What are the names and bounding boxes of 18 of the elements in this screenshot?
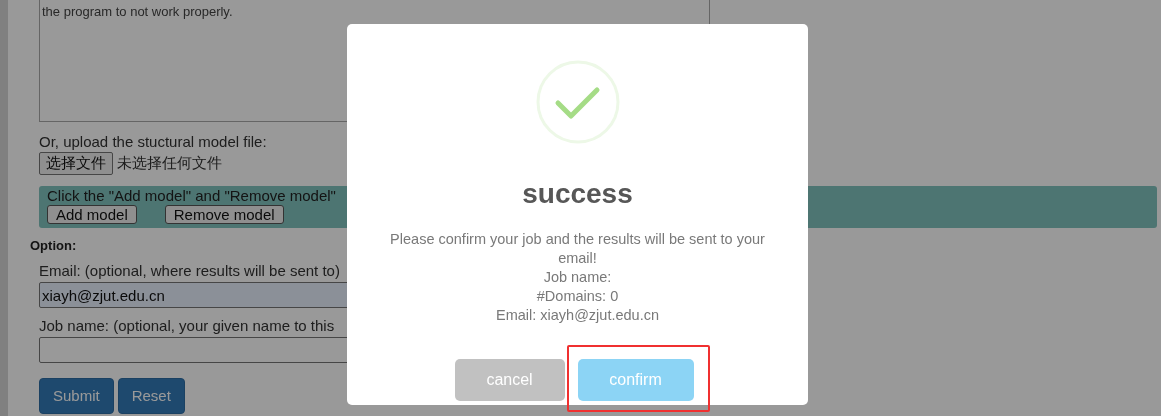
dialog-message: #Domains: 0 bbox=[536, 287, 619, 306]
option-heading: Option: bbox=[30, 238, 77, 253]
dialog-title: success bbox=[522, 180, 633, 208]
add-model-button[interactable]: Add model bbox=[47, 205, 137, 224]
dialog-message: Please confirm your job and the results will be sent to your email! bbox=[389, 230, 766, 268]
submit-button[interactable]: Submit bbox=[39, 378, 114, 414]
remove-model-button[interactable]: Remove model bbox=[164, 205, 284, 224]
file-status: 未选择任何文件 bbox=[117, 154, 222, 173]
upload-label: Or, upload the stuctural model file: bbox=[39, 133, 267, 150]
models-hint: Click the "Add model" and "Remove model" bbox=[47, 187, 336, 204]
field-label: Email: (optional, where results will be sent to) bbox=[39, 262, 340, 279]
choose-file-button[interactable]: 选择文件 bbox=[39, 152, 113, 175]
field-label: Job name: (optional, your given name to this bbox=[39, 317, 335, 334]
success-check-icon bbox=[535, 60, 620, 144]
cancel-button[interactable]: cancel bbox=[454, 359, 565, 401]
dialog-message: Job name: bbox=[543, 268, 612, 287]
reset-button[interactable]: Reset bbox=[117, 378, 185, 414]
dialog-message: Email: xiayh@zjut.edu.cn bbox=[496, 306, 659, 325]
